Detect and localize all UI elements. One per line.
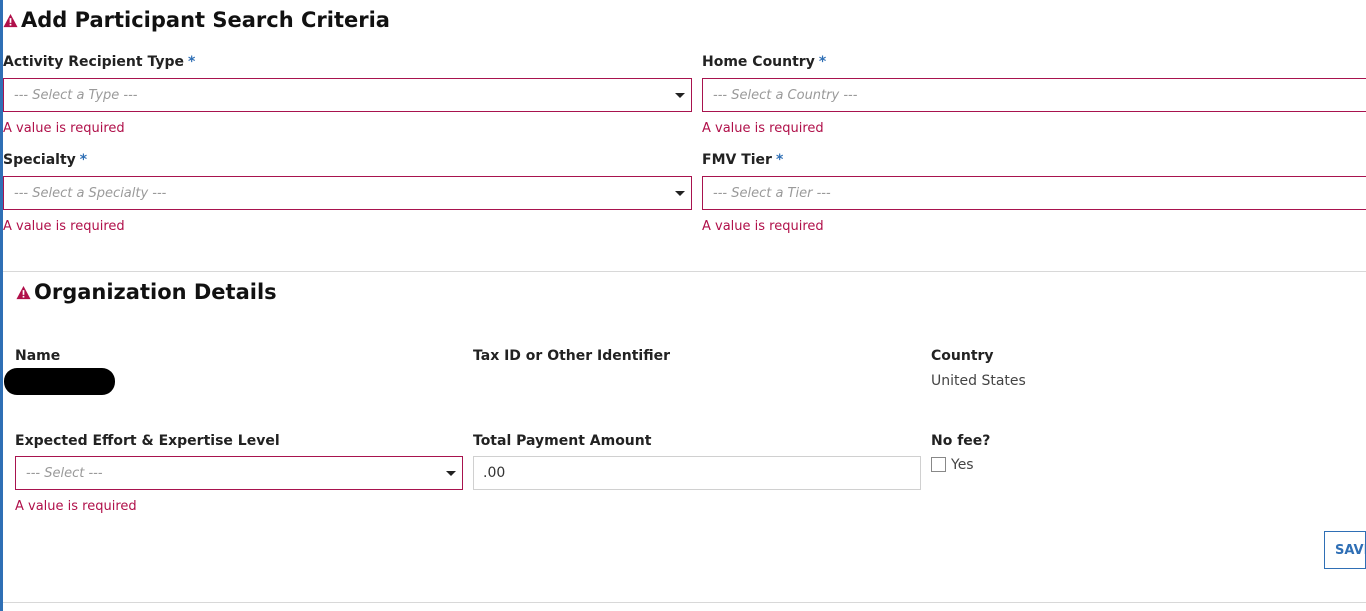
effort-error: A value is required [15, 499, 137, 514]
payment-amount-input[interactable]: .00 [473, 456, 921, 490]
home-country-error: A value is required [702, 121, 824, 136]
required-marker: * [775, 152, 784, 168]
fmv-tier-error: A value is required [702, 219, 824, 234]
required-marker: * [79, 152, 88, 168]
no-fee-option-label: Yes [951, 457, 974, 473]
fmv-tier-select[interactable]: --- Select a Tier --- [702, 176, 1366, 210]
organization-title: Organization Details [34, 280, 277, 304]
recipient-type-label: Activity Recipient Type * [3, 54, 196, 70]
name-label: Name [15, 348, 61, 364]
country-label: Country [931, 348, 994, 364]
required-marker: * [818, 54, 827, 70]
specialty-error: A value is required [3, 219, 125, 234]
country-value: United States [931, 373, 1026, 389]
specialty-select[interactable]: --- Select a Specialty --- [3, 176, 692, 210]
home-country-label: Home Country * [702, 54, 827, 70]
recipient-type-select[interactable]: --- Select a Type --- [3, 78, 692, 112]
search-criteria-heading: Add Participant Search Criteria [3, 10, 390, 31]
no-fee-checkbox[interactable] [931, 457, 946, 472]
chevron-down-icon [446, 471, 456, 476]
required-marker: * [188, 54, 196, 70]
tax-id-label: Tax ID or Other Identifier [473, 348, 670, 364]
effort-select[interactable]: --- Select --- [15, 456, 463, 490]
chevron-down-icon [675, 191, 685, 196]
fmv-tier-label: FMV Tier * [702, 152, 784, 168]
search-criteria-title: Add Participant Search Criteria [21, 8, 390, 32]
chevron-down-icon [675, 93, 685, 98]
payment-label: Total Payment Amount [473, 433, 652, 449]
save-button[interactable]: SAVE [1324, 531, 1366, 569]
home-country-select[interactable]: --- Select a Country --- [702, 78, 1366, 112]
organization-heading: Organization Details [16, 282, 277, 303]
bottom-divider [3, 602, 1366, 603]
redacted-name [4, 368, 115, 395]
section-divider [3, 271, 1366, 272]
specialty-label: Specialty * [3, 152, 88, 168]
recipient-type-error: A value is required [3, 121, 125, 136]
page: Add Participant Search Criteria Activity… [0, 0, 1366, 611]
warning-icon [16, 285, 31, 300]
effort-label: Expected Effort & Expertise Level [15, 433, 280, 449]
no-fee-label: No fee? [931, 433, 991, 449]
warning-icon [3, 13, 18, 28]
